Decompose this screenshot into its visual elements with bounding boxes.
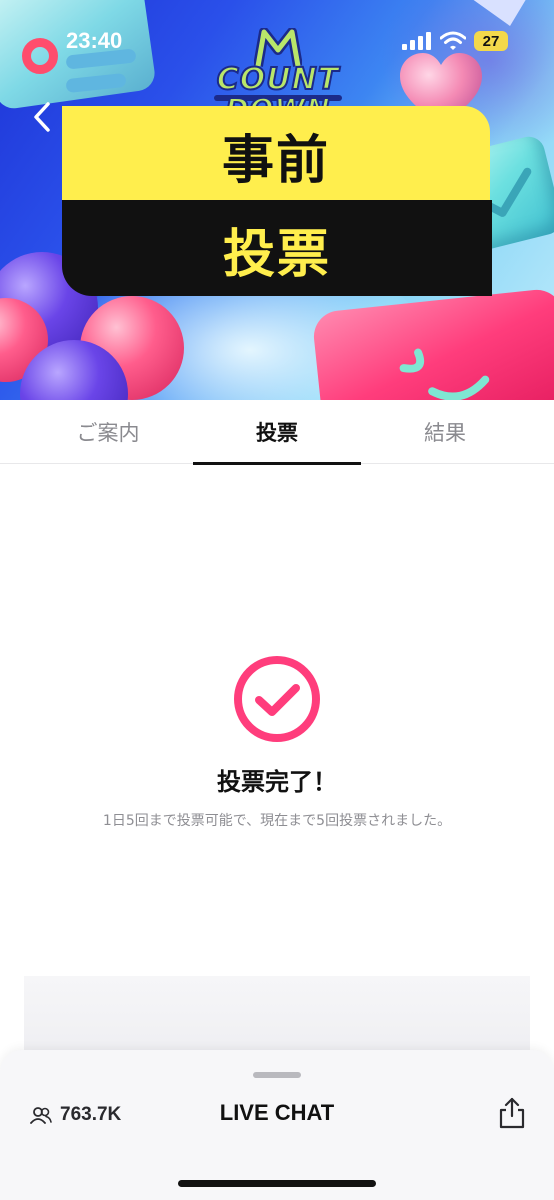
tab-bar: ご案内 投票 結果 (0, 400, 554, 465)
tab-guide[interactable]: ご案内 (24, 400, 192, 464)
tab-results[interactable]: 結果 (361, 400, 529, 464)
tab-label: 投票 (256, 421, 298, 445)
vote-complete-title: 投票完了！ (217, 768, 337, 796)
vote-complete-description: 1日5回まで投票可能で、現在まで5回投票されました。 (102, 813, 452, 829)
active-tab-indicator (193, 462, 361, 465)
wifi-icon (440, 31, 466, 50)
status-time: 23:40 (66, 28, 123, 53)
countdown-logo: M COUNT DOWN (208, 28, 348, 126)
decorative-ring (22, 38, 58, 74)
app-screen: M COUNT DOWN 事前 投票 23:40 27 (0, 0, 554, 1200)
signal-icon (402, 32, 431, 50)
battery-icon: 27 (474, 31, 508, 51)
status-indicators: 27 (402, 30, 508, 52)
live-chat-title: LIVE CHAT (219, 1100, 335, 1125)
check-circle-icon (234, 656, 320, 742)
tab-label: ご案内 (76, 421, 140, 445)
tab-vote[interactable]: 投票 (193, 400, 361, 465)
sheet-drag-handle[interactable] (253, 1072, 301, 1078)
home-indicator (178, 1180, 376, 1187)
banner-title-line2: 投票 (222, 225, 331, 285)
back-button[interactable] (30, 100, 56, 134)
tab-label: 結果 (424, 421, 466, 445)
live-chat-sheet[interactable]: 763.7K LIVE CHAT (0, 1050, 554, 1200)
banner-title-line1: 事前 (221, 131, 330, 191)
share-icon[interactable] (497, 1096, 527, 1130)
event-banner: M COUNT DOWN 事前 投票 23:40 27 (0, 0, 554, 400)
